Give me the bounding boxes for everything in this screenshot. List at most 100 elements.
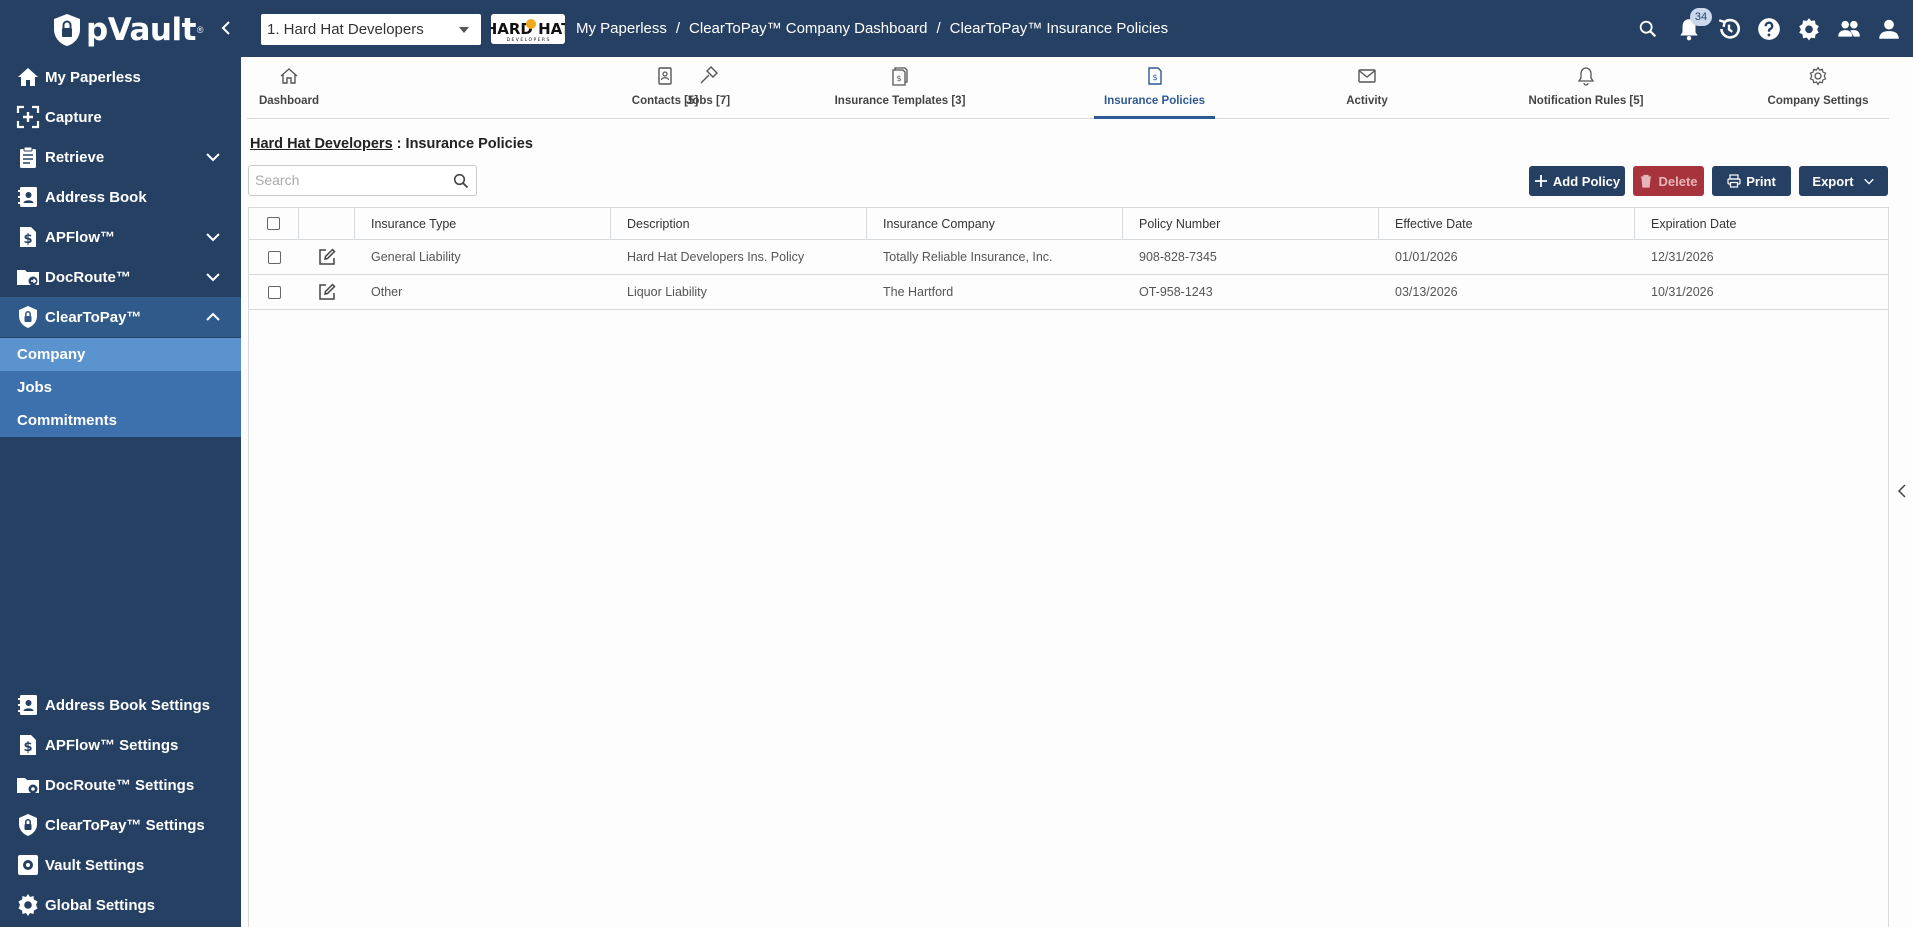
active-tab-indicator — [1094, 116, 1215, 119]
sidebar-subitem-company[interactable]: Company — [0, 338, 241, 371]
gear-icon — [1809, 66, 1827, 86]
select-all-checkbox[interactable] — [267, 217, 280, 230]
column-header-insurance-type[interactable]: Insurance Type — [355, 208, 611, 239]
sidebar-subitem-jobs[interactable]: Jobs — [0, 371, 241, 404]
sidebar-item-my-paperless[interactable]: My Paperless — [0, 57, 241, 97]
tab-label: Notification Rules [5] — [1528, 95, 1644, 107]
tab-bar: Dashboard Jobs [7] Contacts [5] $ Insura… — [247, 57, 1889, 119]
select-all-cell — [249, 208, 299, 239]
pvault-logo[interactable]: pVault ® — [52, 12, 204, 48]
delete-button[interactable]: Delete — [1633, 166, 1704, 196]
brand-mark: ® — [196, 25, 204, 35]
svg-text:$: $ — [23, 232, 32, 247]
column-header-insurance-company[interactable]: Insurance Company — [867, 208, 1123, 239]
column-header-policy-number[interactable]: Policy Number — [1123, 208, 1379, 239]
title-separator: : — [396, 136, 402, 152]
search-input[interactable] — [249, 166, 439, 194]
sidebar-item-apflow[interactable]: $ APFlow™ — [0, 217, 241, 257]
search-icon[interactable] — [453, 173, 469, 189]
table-row[interactable]: Other Liquor Liability The Hartford OT-9… — [249, 275, 1888, 310]
profile-icon[interactable] — [1876, 16, 1902, 42]
help-icon[interactable] — [1756, 16, 1782, 42]
column-header-effective-date[interactable]: Effective Date — [1379, 208, 1635, 239]
shield-logo-icon — [54, 14, 80, 46]
svg-text:$: $ — [1152, 73, 1157, 82]
shield-lock-icon — [19, 306, 37, 328]
chevron-down-icon — [459, 27, 469, 33]
tab-notification-rules[interactable]: Notification Rules [5] — [1511, 57, 1661, 119]
address-book-settings-icon — [18, 695, 37, 715]
chevron-left-icon[interactable] — [1896, 482, 1908, 500]
sidebar-item-apflow-settings[interactable]: $ APFlow™ Settings — [0, 725, 241, 765]
sidebar-item-label: ClearToPay™ — [45, 308, 142, 326]
users-icon[interactable] — [1836, 16, 1862, 42]
company-select[interactable]: 1. Hard Hat Developers — [261, 14, 481, 45]
collapse-sidebar-icon[interactable] — [216, 17, 236, 39]
trash-icon — [1641, 174, 1652, 188]
cell-insurance-type: General Liability — [371, 250, 461, 264]
sidebar-item-label: My Paperless — [45, 68, 141, 86]
sidebar-subitem-commitments[interactable]: Commitments — [0, 404, 241, 437]
folder-route-icon — [17, 270, 39, 286]
history-icon[interactable] — [1716, 16, 1742, 42]
column-header-description[interactable]: Description — [611, 208, 867, 239]
export-label: Export — [1812, 173, 1854, 189]
tab-dashboard[interactable]: Dashboard — [247, 57, 331, 119]
add-policy-button[interactable]: Add Policy — [1529, 166, 1625, 196]
tab-company-settings[interactable]: Company Settings — [1763, 57, 1873, 119]
edit-icon[interactable] — [317, 282, 337, 302]
sidebar-item-label: APFlow™ — [45, 228, 115, 246]
sidebar-item-cleartopay-settings[interactable]: ClearToPay™ Settings — [0, 805, 241, 845]
tab-contacts[interactable]: Contacts [5] — [625, 57, 705, 119]
tab-label: Company Settings — [1767, 95, 1869, 107]
sidebar-item-docroute[interactable]: DocRoute™ — [0, 257, 241, 297]
sidebar-item-retrieve[interactable]: Retrieve — [0, 137, 241, 177]
chevron-up-icon — [206, 312, 220, 321]
sidebar-item-label: ClearToPay™ Settings — [45, 816, 205, 834]
breadcrumb-company-dashboard[interactable]: ClearToPay™ Company Dashboard — [689, 20, 927, 37]
home-icon — [18, 68, 38, 86]
cell-expiration-date: 12/31/2026 — [1651, 250, 1714, 264]
row-select-cell — [249, 240, 299, 274]
chevron-down-icon — [206, 233, 220, 242]
tab-activity[interactable]: Activity — [1327, 57, 1407, 119]
tab-insurance-templates[interactable]: $ Insurance Templates [3] — [825, 57, 975, 119]
table-row[interactable]: General Liability Hard Hat Developers In… — [249, 240, 1888, 275]
print-button[interactable]: Print — [1712, 166, 1791, 196]
sidebar-item-label: Address Book Settings — [45, 696, 211, 714]
tab-insurance-policies[interactable]: $ Insurance Policies — [1094, 57, 1215, 119]
search-icon[interactable] — [1637, 18, 1659, 40]
gear-icon — [18, 894, 38, 916]
column-header-expiration-date[interactable]: Expiration Date — [1635, 208, 1888, 239]
row-checkbox[interactable] — [267, 250, 281, 264]
sidebar-item-label: Address Book — [45, 188, 147, 206]
sidebar-item-address-book[interactable]: Address Book — [0, 177, 241, 217]
tab-label: Activity — [1346, 95, 1388, 107]
cell-insurance-type: Other — [371, 285, 403, 299]
tab-label: Dashboard — [258, 95, 320, 107]
apflow-settings-icon: $ — [20, 735, 36, 755]
cell-insurance-company: Totally Reliable Insurance, Inc. — [883, 250, 1053, 264]
capture-icon — [16, 105, 40, 129]
sidebar-item-capture[interactable]: Capture — [0, 97, 241, 137]
cleartopay-settings-icon — [19, 814, 37, 836]
edit-cell — [299, 275, 355, 309]
delete-label: Delete — [1658, 173, 1698, 189]
sidebar-item-global-settings[interactable]: Global Settings — [0, 885, 241, 925]
export-button[interactable]: Export — [1799, 166, 1888, 196]
sidebar: My Paperless Capture Retrieve Address Bo… — [0, 57, 241, 927]
cell-effective-date: 03/13/2026 — [1395, 285, 1458, 299]
printer-icon — [1727, 174, 1741, 188]
company-link[interactable]: Hard Hat Developers — [250, 136, 393, 152]
chevron-down-icon — [206, 273, 220, 282]
notification-count-badge: 34 — [1690, 8, 1712, 26]
sidebar-item-vault-settings[interactable]: Vault Settings — [0, 845, 241, 885]
row-checkbox[interactable] — [267, 285, 281, 299]
edit-icon[interactable] — [317, 247, 337, 267]
svg-text:$: $ — [896, 74, 901, 83]
sidebar-item-cleartopay[interactable]: ClearToPay™ — [0, 297, 241, 337]
breadcrumb-my-paperless[interactable]: My Paperless — [576, 20, 667, 37]
settings-icon[interactable] — [1796, 16, 1822, 42]
sidebar-item-docroute-settings[interactable]: DocRoute™ Settings — [0, 765, 241, 805]
sidebar-item-address-book-settings[interactable]: Address Book Settings — [0, 685, 241, 725]
